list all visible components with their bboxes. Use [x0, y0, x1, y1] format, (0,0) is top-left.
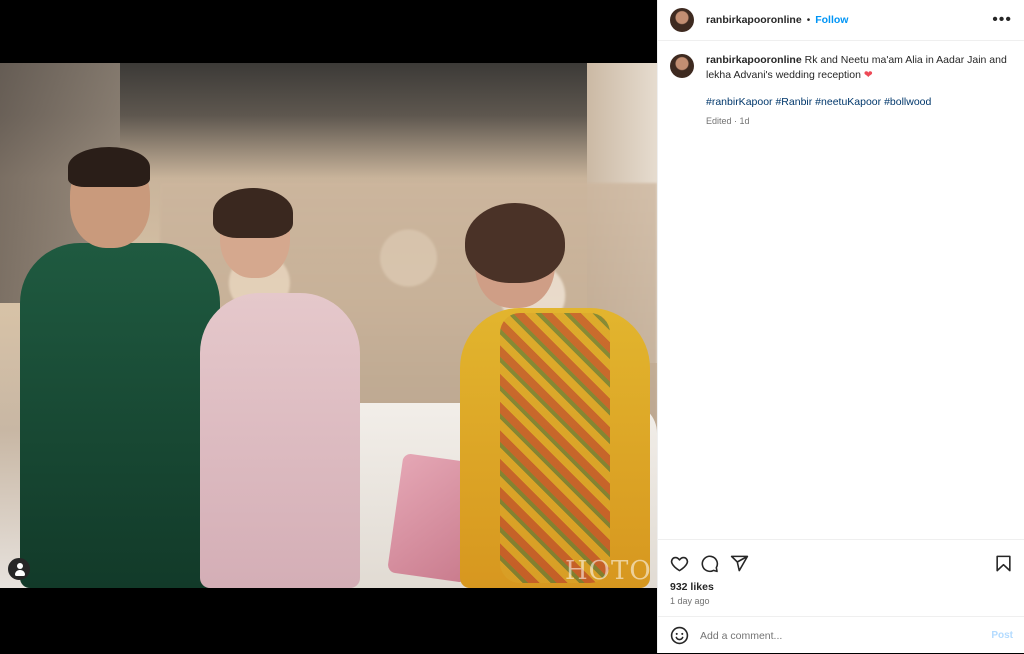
caption-username[interactable]: ranbirkapooronline: [706, 54, 802, 66]
tagged-users-icon[interactable]: [8, 558, 30, 580]
hashtag[interactable]: #neetuKapoor: [815, 96, 881, 108]
share-icon[interactable]: [730, 554, 749, 573]
comment-icon[interactable]: [700, 554, 719, 573]
separator-dot: •: [806, 14, 811, 26]
hashtag[interactable]: #Ranbir: [775, 96, 812, 108]
older-woman-hair: [465, 203, 565, 283]
comment-box: Post: [658, 616, 1024, 654]
post-side-panel: ranbirkapooronline • Follow ••• ranbirka…: [657, 0, 1024, 653]
like-heart-icon[interactable]: [670, 554, 689, 573]
post-time[interactable]: 1 day ago: [658, 593, 1024, 606]
post-media: HOTO: [0, 0, 657, 653]
hashtag[interactable]: #bollwood: [884, 96, 931, 108]
likes-count[interactable]: 932 likes: [658, 578, 1024, 593]
post-photo[interactable]: HOTO: [0, 63, 657, 588]
avatar[interactable]: [670, 8, 694, 32]
hashtags: #ranbirKapoor #Ranbir #neetuKapoor #boll…: [706, 95, 1012, 110]
post-header: ranbirkapooronline • Follow •••: [658, 0, 1024, 41]
more-options-icon[interactable]: •••: [992, 12, 1012, 28]
photo-watermark: HOTO: [565, 556, 652, 586]
man-green-sherwani: [20, 243, 220, 588]
actions-section: 932 likes 1 day ago Post: [658, 539, 1024, 653]
bookmark-icon[interactable]: [994, 554, 1013, 573]
embroidered-dupatta: [500, 313, 610, 583]
caption: ranbirkapooronline Rk and Neetu ma'am Al…: [658, 41, 1024, 129]
post-comment-button[interactable]: Post: [991, 630, 1013, 641]
man-hair: [68, 147, 150, 187]
woman-pink-saree: [200, 293, 360, 588]
woman-hair: [213, 188, 293, 238]
caption-avatar[interactable]: [670, 54, 694, 78]
caption-body: ranbirkapooronline Rk and Neetu ma'am Al…: [706, 53, 1012, 129]
heart-emoji: ❤: [863, 69, 873, 81]
hashtag[interactable]: #ranbirKapoor: [706, 96, 773, 108]
edited-label: Edited · 1d: [706, 116, 750, 126]
comment-input[interactable]: [700, 629, 980, 642]
header-username[interactable]: ranbirkapooronline: [706, 14, 802, 26]
action-icons: [658, 540, 1024, 578]
emoji-icon[interactable]: [670, 626, 689, 645]
follow-button[interactable]: Follow: [815, 14, 848, 26]
